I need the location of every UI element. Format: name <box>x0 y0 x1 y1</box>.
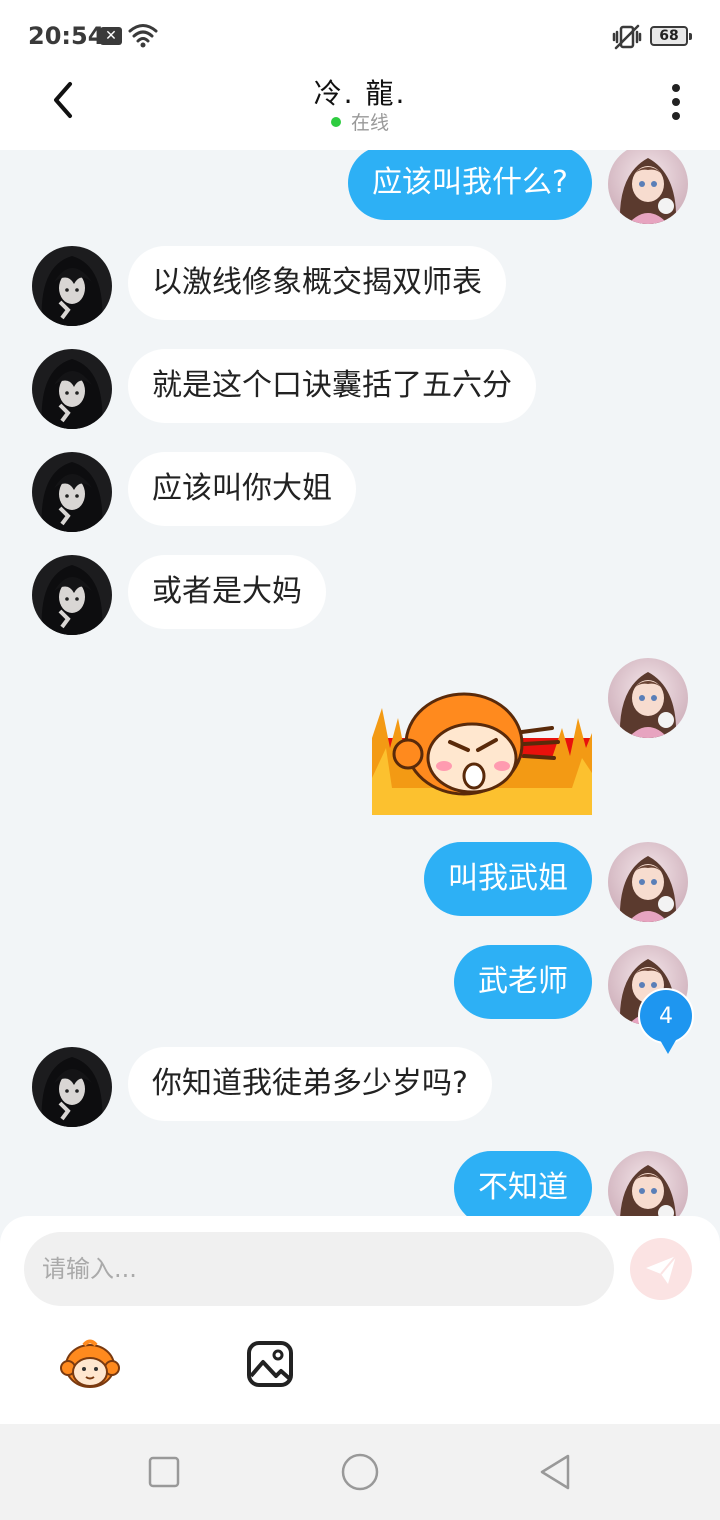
avatar[interactable] <box>32 349 112 429</box>
battery-indicator: 68 <box>650 26 692 46</box>
message-bubble-incoming[interactable]: 或者是大妈 <box>128 555 326 629</box>
square-icon <box>148 1456 180 1488</box>
unread-count-badge[interactable]: 4 <box>638 988 694 1054</box>
chat-header: 冷. 龍. 在线 <box>0 72 720 150</box>
message-bubble-incoming[interactable]: 你知道我徒弟多少岁吗? <box>128 1047 492 1121</box>
more-vertical-icon <box>672 84 680 120</box>
paper-plane-icon <box>646 1255 677 1284</box>
message-composer <box>0 1216 720 1424</box>
angry-monkey-sticker[interactable] <box>372 678 592 815</box>
message-bubble-outgoing[interactable]: 武老师 <box>454 945 592 1019</box>
avatar[interactable] <box>608 842 688 922</box>
emoji-button[interactable] <box>60 1336 120 1392</box>
message-bubble-outgoing[interactable]: 应该叫我什么? <box>348 150 592 220</box>
online-dot-icon <box>330 117 341 127</box>
send-button[interactable] <box>630 1238 692 1300</box>
online-status-label: 在线 <box>350 112 389 134</box>
message-bubble-outgoing[interactable]: 叫我武姐 <box>424 842 592 916</box>
back-nav-button[interactable] <box>534 1450 578 1494</box>
avatar[interactable] <box>608 150 688 224</box>
message-bubble-incoming[interactable]: 就是这个口诀囊括了五六分 <box>128 349 536 423</box>
avatar[interactable] <box>608 1151 688 1216</box>
contact-name: 冷. 龍. <box>313 77 407 110</box>
more-options-button[interactable] <box>660 80 692 124</box>
avatar[interactable] <box>32 555 112 635</box>
avatar[interactable] <box>32 452 112 532</box>
status-bar: 20:54 ✕ 68 <box>0 0 720 72</box>
triangle-back-icon <box>540 1454 570 1490</box>
message-bubble-incoming[interactable]: 应该叫你大姐 <box>128 452 356 526</box>
image-icon <box>247 1341 293 1387</box>
circle-icon <box>341 1453 379 1491</box>
recents-button[interactable] <box>142 1450 186 1494</box>
close-x-icon: ✕ <box>100 27 122 45</box>
wifi-icon <box>128 22 158 52</box>
system-navigation-bar <box>0 1424 720 1520</box>
home-button[interactable] <box>338 1450 382 1494</box>
avatar[interactable] <box>608 658 688 738</box>
avatar[interactable] <box>32 1047 112 1127</box>
vibrate-icon <box>612 24 642 54</box>
avatar[interactable] <box>32 246 112 326</box>
message-list[interactable]: 应该叫我什么? 以激线修象概交揭双师表 就是这个口诀囊括了五六分 应该叫你大姐 … <box>0 150 720 1216</box>
online-status: 在线 <box>0 108 720 135</box>
message-input[interactable] <box>24 1232 614 1306</box>
monkey-emoji-icon <box>60 1339 120 1388</box>
image-button[interactable] <box>246 1340 294 1388</box>
status-time: 20:54 <box>28 22 105 50</box>
message-bubble-outgoing[interactable]: 不知道 <box>454 1151 592 1216</box>
message-bubble-incoming[interactable]: 以激线修象概交揭双师表 <box>128 246 506 320</box>
